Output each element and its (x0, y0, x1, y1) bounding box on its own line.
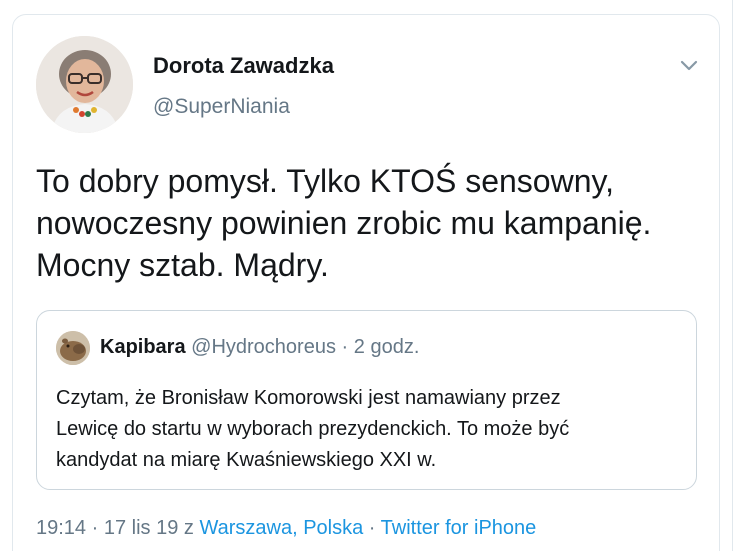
capybara-avatar-image (56, 331, 90, 365)
tweet-card: Dorota Zawadzka @SuperNiania To dobry po… (12, 14, 720, 551)
tweet-text-line: Mocny sztab. Mądry. (36, 247, 329, 283)
quoted-text-line: kandydat na miarę Kwaśniewskiego XXI w. (56, 449, 437, 471)
quoted-text-line: Czytam, że Bronisław Komorowski jest nam… (56, 387, 561, 409)
location-link[interactable]: Warszawa, Polska (199, 517, 363, 539)
author-handle[interactable]: @SuperNiania (153, 95, 290, 119)
meta-from-word: z (183, 517, 194, 539)
author-avatar[interactable] (36, 36, 133, 133)
author-display-name[interactable]: Dorota Zawadzka (153, 53, 334, 79)
chevron-down-icon[interactable] (677, 53, 701, 77)
divider (732, 0, 733, 551)
quoted-display-name: Kapibara (100, 336, 186, 358)
author-avatar-image (36, 36, 133, 133)
quoted-time: 2 godz. (353, 336, 420, 358)
tweet-date[interactable]: 17 lis 19 (104, 517, 179, 539)
tweet-page: Dorota Zawadzka @SuperNiania To dobry po… (0, 0, 742, 551)
quoted-text: Czytam, że Bronisław Komorowski jest nam… (56, 383, 686, 476)
quoted-separator: · (341, 336, 349, 358)
quoted-header: Kapibara @Hydrochoreus · 2 godz. (100, 336, 419, 359)
meta-separator: · (368, 517, 376, 539)
tweet-text: To dobry pomysł. Tylko KTOŚ sensowny, no… (36, 160, 706, 286)
tweet-text-line: To dobry pomysł. Tylko KTOŚ sensowny, (36, 163, 615, 199)
meta-separator: · (91, 517, 99, 539)
quoted-text-line: Lewicę do startu w wyborach prezydenckic… (56, 418, 570, 440)
tweet-time[interactable]: 19:14 (36, 517, 86, 539)
tweet-meta: 19:14 · 17 lis 19 z Warszawa, Polska · T… (36, 517, 536, 540)
quoted-handle: @Hydrochoreus (191, 336, 336, 358)
source-link[interactable]: Twitter for iPhone (381, 517, 537, 539)
quoted-tweet[interactable]: Kapibara @Hydrochoreus · 2 godz. Czytam,… (36, 310, 697, 490)
tweet-text-line: nowoczesny powinien zrobic mu kampanię. (36, 205, 652, 241)
quoted-author-avatar (56, 331, 90, 365)
